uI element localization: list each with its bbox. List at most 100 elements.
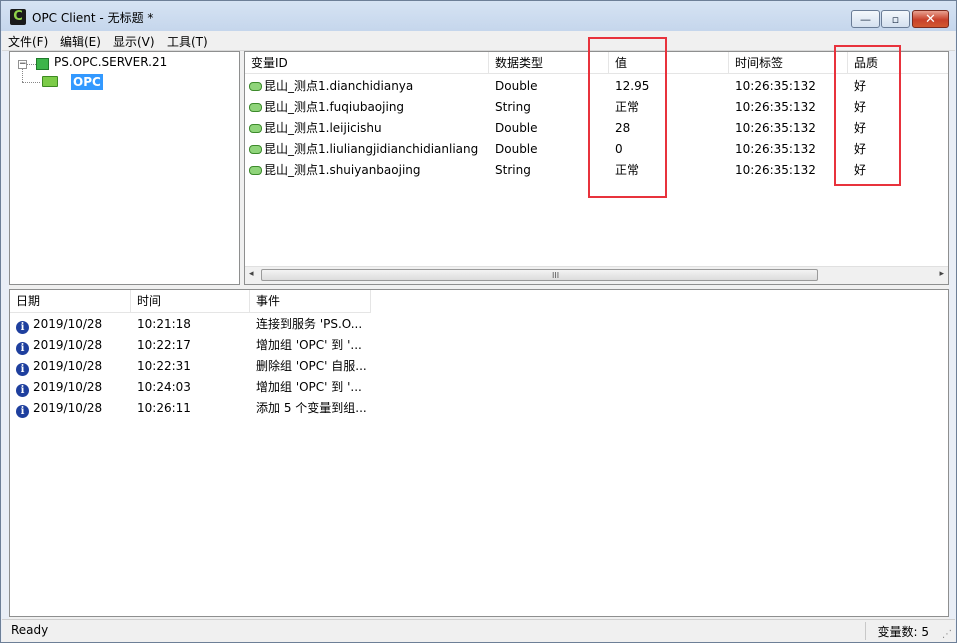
minimize-icon: — [860,12,871,26]
log-header-time[interactable]: 时间 [131,290,250,313]
timestamp-cell: 10:26:35:132 [735,160,816,181]
tree-node-group[interactable]: OPC [71,74,103,90]
cell-text: 增加组 'OPC' 到 '... [256,338,362,352]
close-icon: ✕ [925,11,936,27]
cell-text: 2019/10/28 [33,338,103,352]
server-icon [36,58,49,70]
cell-text: 增加组 'OPC' 到 '... [256,380,362,394]
cell-text: 10:26:11 [137,401,191,415]
menu-tools[interactable]: 工具(T) [167,33,208,50]
cell-text: 10:26:35:132 [735,100,816,114]
tree-node-server[interactable]: PS.OPC.SERVER.21 [54,55,167,69]
log-date-cell[interactable]: i 2019/10/28 [16,398,102,419]
log-header-date[interactable]: 日期 [10,290,131,313]
item-id-cell[interactable]: 昆山_测点1.fuqiubaojing [249,97,404,118]
log-header-event[interactable]: 事件 [250,290,371,313]
close-button[interactable]: ✕ [912,10,949,28]
menu-file[interactable]: 文件(F) [8,33,48,50]
timestamp-cell: 10:26:35:132 [735,76,816,97]
client-area: − PS.OPC.SERVER.21 OPC 变量ID 数据类型 值 时间标签 … [9,37,949,619]
cell-text: 10:24:03 [137,380,191,394]
cell-text: 删除组 'OPC' 自服... [256,359,367,373]
event-log[interactable]: 日期 时间 事件 i 2019/10/28 10:21:18 连接到服务 'PS.O.… [9,289,949,617]
cell-text: 昆山_测点1.shuiyanbaojing [264,163,421,177]
item-tag-icon [249,124,262,133]
info-icon: i [16,405,29,418]
cell-text: 2019/10/28 [33,401,103,415]
status-bar: Ready 变量数: 5 ⋰ [2,619,955,642]
status-text: Ready [11,623,49,637]
status-divider [865,622,866,640]
tree-line [22,69,23,82]
log-time-cell: 10:22:31 [137,356,191,377]
maximize-button[interactable]: ▫ [881,10,910,28]
log-date-cell[interactable]: i 2019/10/28 [16,335,102,356]
info-icon: i [16,321,29,334]
data-type-cell: Double [495,118,538,139]
menu-edit[interactable]: 编辑(E) [60,33,101,50]
scroll-left-icon[interactable]: ◂ [249,269,254,279]
timestamp-cell: 10:26:35:132 [735,97,816,118]
tree-line [22,82,40,83]
minimize-button[interactable]: — [851,10,880,28]
window-title: OPC Client - 无标题 * [32,11,154,25]
item-tag-icon [249,145,262,154]
resize-grip-icon[interactable]: ⋰ [942,629,952,640]
folder-icon [42,76,58,87]
cell-text: String [495,163,531,177]
item-id-cell[interactable]: 昆山_测点1.dianchidianya [249,76,413,97]
log-time-cell: 10:21:18 [137,314,191,335]
timestamp-cell: 10:26:35:132 [735,118,816,139]
value-column-highlight [588,37,667,198]
timestamp-cell: 10:26:35:132 [735,139,816,160]
cell-text: 昆山_测点1.leijicishu [264,121,382,135]
data-type-cell: Double [495,76,538,97]
cell-text: 10:26:35:132 [735,142,816,156]
menu-view[interactable]: 显示(V) [113,33,155,50]
cell-text: 10:22:31 [137,359,191,373]
cell-text: 10:21:18 [137,317,191,331]
log-event-cell: 增加组 'OPC' 到 '... [256,335,362,356]
log-time-cell: 10:24:03 [137,377,191,398]
item-tag-icon [249,82,262,91]
horizontal-scrollbar[interactable]: ◂ III ▸ [245,266,948,284]
cell-text: 10:26:35:132 [735,121,816,135]
item-tag-icon [249,166,262,175]
item-id-cell[interactable]: 昆山_测点1.shuiyanbaojing [249,160,421,181]
log-date-cell[interactable]: i 2019/10/28 [16,377,102,398]
item-count: 变量数: 5 [877,625,930,639]
log-time-cell: 10:26:11 [137,398,191,419]
log-date-cell[interactable]: i 2019/10/28 [16,356,102,377]
scroll-right-icon[interactable]: ▸ [939,269,944,279]
cell-text: 10:26:35:132 [735,79,816,93]
title-bar[interactable]: C OPC Client - 无标题 * — ▫ ✕ [1,1,956,32]
tree-collapse-icon[interactable]: − [18,60,27,69]
cell-text: 2019/10/28 [33,359,103,373]
log-event-cell: 添加 5 个变量到组... [256,398,367,419]
quality-column-highlight [834,45,901,186]
item-id-cell[interactable]: 昆山_测点1.liuliangjidianchidianliang [249,139,478,160]
tree-line [27,64,36,65]
item-id-cell[interactable]: 昆山_测点1.leijicishu [249,118,382,139]
data-type-cell: String [495,160,531,181]
item-tag-icon [249,103,262,112]
cell-text: 10:26:35:132 [735,163,816,177]
cell-text: 2019/10/28 [33,317,103,331]
cell-text: 昆山_测点1.dianchidianya [264,79,414,93]
maximize-icon: ▫ [891,12,900,26]
app-icon: C [10,9,26,25]
col-header-timestamp[interactable]: 时间标签 [729,52,848,74]
info-icon: i [16,384,29,397]
cell-text: String [495,100,531,114]
cell-text: Double [495,121,538,135]
cell-text: 添加 5 个变量到组... [256,401,367,415]
cell-text: 10:22:17 [137,338,191,352]
scroll-thumb[interactable]: III [261,269,818,281]
cell-text: 昆山_测点1.fuqiubaojing [264,100,405,114]
log-date-cell[interactable]: i 2019/10/28 [16,314,102,335]
cell-text: 昆山_测点1.liuliangjidianchidianliang [264,142,479,156]
cell-text: 连接到服务 'PS.O... [256,317,363,331]
server-tree[interactable]: − PS.OPC.SERVER.21 OPC [9,51,240,285]
cell-text: Double [495,79,538,93]
col-header-item-id[interactable]: 变量ID [245,52,489,74]
